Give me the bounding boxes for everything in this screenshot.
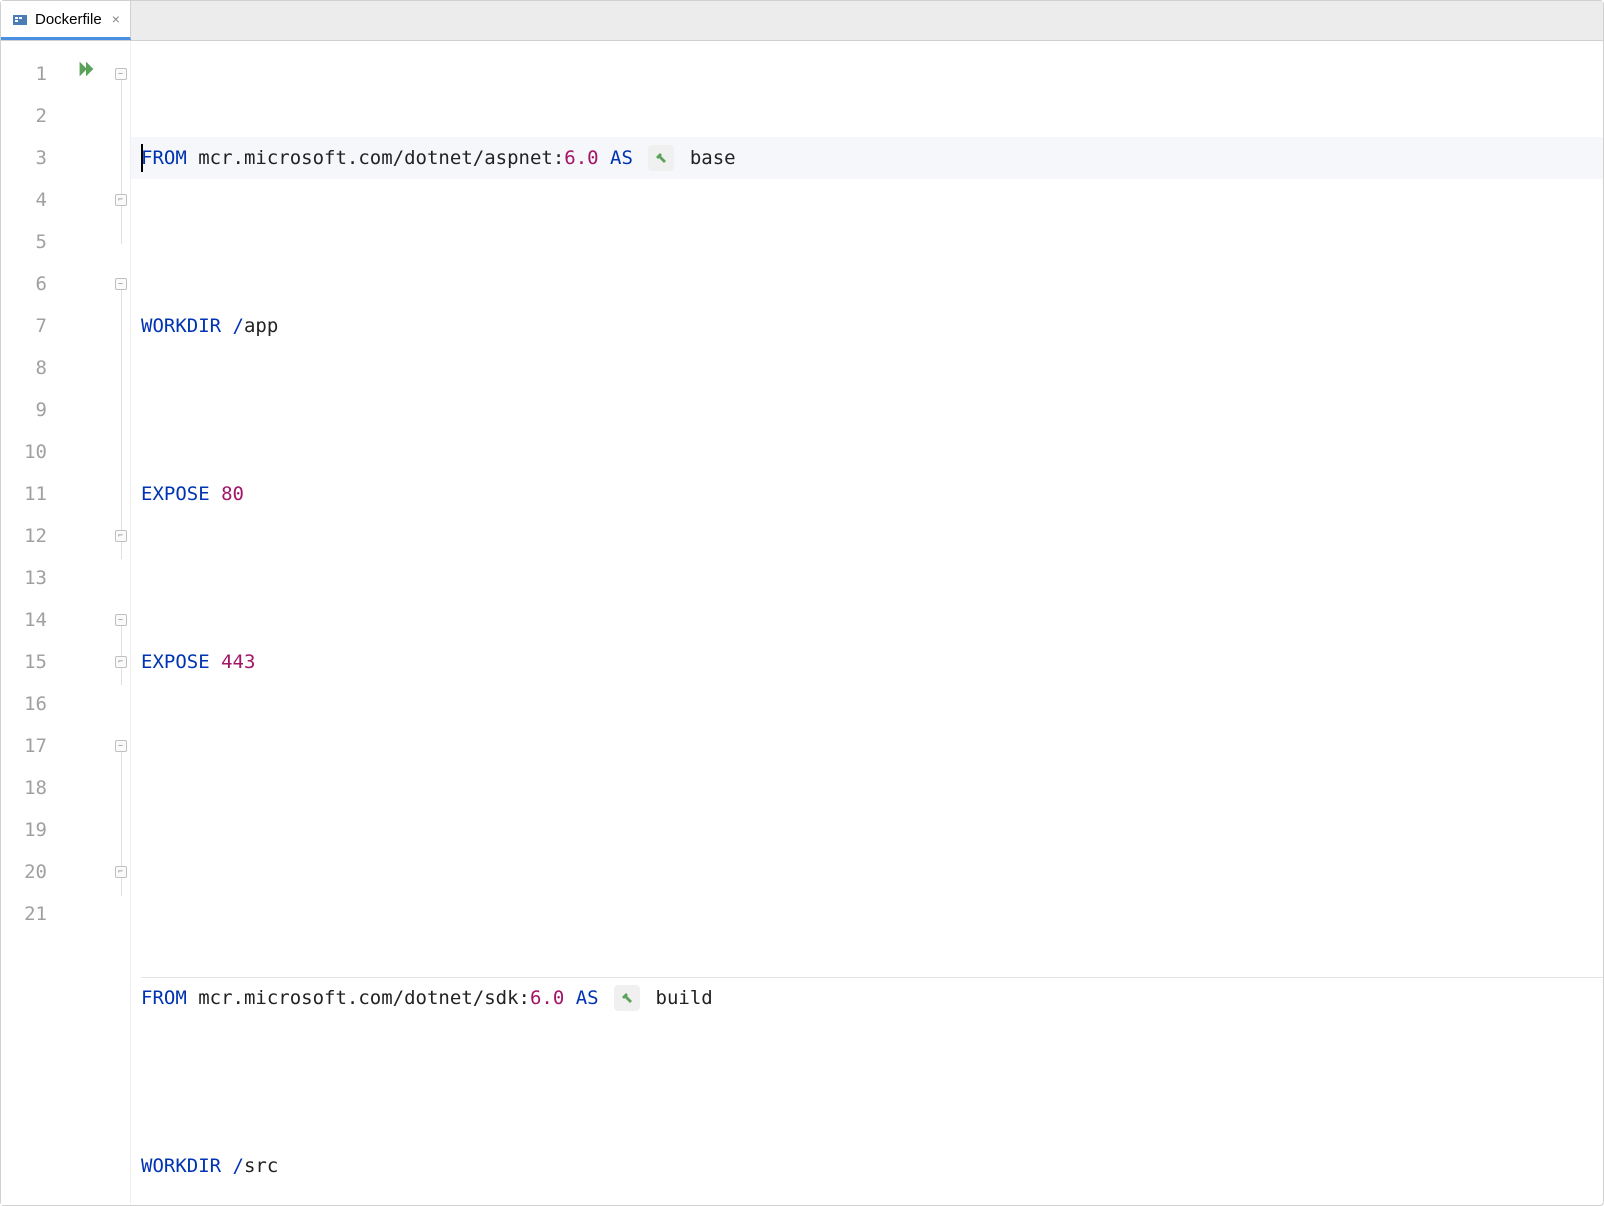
fold-toggle-icon[interactable]: − bbox=[115, 278, 127, 290]
code-area[interactable]: FROM mcr.microsoft.com/dotnet/aspnet:6.0… bbox=[131, 41, 1603, 1205]
line-number[interactable]: 4 bbox=[1, 179, 47, 221]
line-number[interactable]: 14 bbox=[1, 599, 47, 641]
line-number[interactable]: 8 bbox=[1, 347, 47, 389]
line-number[interactable]: 12 bbox=[1, 515, 47, 557]
code-line[interactable]: WORKDIR /app bbox=[131, 305, 1603, 347]
line-number[interactable]: 20 bbox=[1, 851, 47, 893]
hammer-icon[interactable] bbox=[648, 145, 674, 171]
fold-toggle-icon[interactable]: − bbox=[115, 68, 127, 80]
code-line[interactable] bbox=[131, 809, 1603, 851]
stage-separator bbox=[141, 977, 1603, 978]
editor-container: Dockerfile × 1 2 3 4 5 6 7 8 9 10 11 12 … bbox=[0, 0, 1604, 1206]
line-number[interactable]: 21 bbox=[1, 893, 47, 935]
code-line[interactable]: WORKDIR /src bbox=[131, 1145, 1603, 1187]
fold-column: − ⌐ − ⌐ − ⌐ − ⌐ bbox=[111, 41, 131, 1205]
line-number[interactable]: 16 bbox=[1, 683, 47, 725]
line-number[interactable]: 1 bbox=[1, 53, 47, 95]
tab-filename: Dockerfile bbox=[35, 11, 102, 28]
line-number[interactable]: 13 bbox=[1, 557, 47, 599]
code-line[interactable]: FROM mcr.microsoft.com/dotnet/sdk:6.0 AS… bbox=[131, 977, 1603, 1019]
line-number[interactable]: 6 bbox=[1, 263, 47, 305]
line-number[interactable]: 15 bbox=[1, 641, 47, 683]
line-number[interactable]: 17 bbox=[1, 725, 47, 767]
line-number[interactable]: 5 bbox=[1, 221, 47, 263]
line-number[interactable]: 11 bbox=[1, 473, 47, 515]
close-icon[interactable]: × bbox=[112, 11, 120, 27]
tab-dockerfile[interactable]: Dockerfile × bbox=[1, 1, 131, 40]
line-number[interactable]: 2 bbox=[1, 95, 47, 137]
line-number[interactable]: 7 bbox=[1, 305, 47, 347]
fold-end-icon[interactable]: ⌐ bbox=[115, 194, 127, 206]
line-number[interactable]: 19 bbox=[1, 809, 47, 851]
fold-toggle-icon[interactable]: − bbox=[115, 740, 127, 752]
line-number[interactable]: 3 bbox=[1, 137, 47, 179]
code-line[interactable]: EXPOSE 80 bbox=[131, 473, 1603, 515]
dockerfile-icon bbox=[11, 10, 29, 28]
code-line[interactable]: FROM mcr.microsoft.com/dotnet/aspnet:6.0… bbox=[131, 137, 1603, 179]
run-icon[interactable] bbox=[75, 53, 97, 95]
fold-end-icon[interactable]: ⌐ bbox=[115, 656, 127, 668]
line-number[interactable]: 18 bbox=[1, 767, 47, 809]
gutter-icons bbox=[61, 41, 111, 1205]
fold-end-icon[interactable]: ⌐ bbox=[115, 530, 127, 542]
tab-bar: Dockerfile × bbox=[1, 1, 1603, 41]
hammer-icon[interactable] bbox=[614, 985, 640, 1011]
editor-body: 1 2 3 4 5 6 7 8 9 10 11 12 13 14 15 16 1… bbox=[1, 41, 1603, 1205]
code-line[interactable]: EXPOSE 443 bbox=[131, 641, 1603, 683]
line-number[interactable]: 10 bbox=[1, 431, 47, 473]
line-number[interactable]: 9 bbox=[1, 389, 47, 431]
line-number-gutter: 1 2 3 4 5 6 7 8 9 10 11 12 13 14 15 16 1… bbox=[1, 41, 61, 1205]
fold-toggle-icon[interactable]: − bbox=[115, 614, 127, 626]
fold-end-icon[interactable]: ⌐ bbox=[115, 866, 127, 878]
